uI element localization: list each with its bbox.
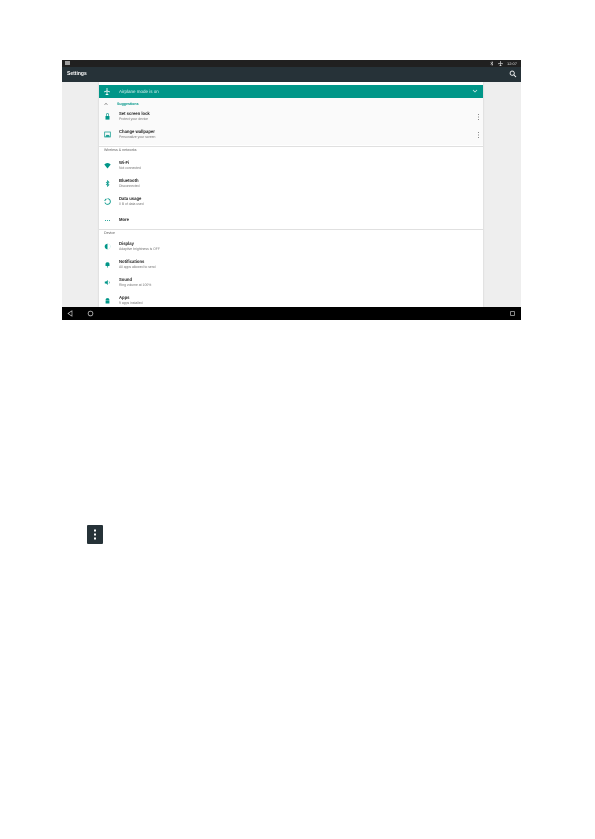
lock-icon — [105, 113, 110, 120]
chevron-up-icon — [104, 102, 108, 106]
bluetooth-icon — [490, 61, 494, 66]
more-horiz-icon — [104, 219, 111, 222]
overflow-menu-icon — [87, 525, 103, 544]
clock: 12:07 — [506, 61, 517, 66]
item-title: More — [119, 217, 130, 222]
bell-icon — [105, 262, 110, 268]
brightness-icon — [104, 243, 111, 250]
bluetooth-icon — [105, 180, 110, 187]
item-title: Sound — [119, 277, 133, 282]
data-usage-icon — [104, 198, 111, 205]
settings-item-data-usage[interactable]: Data usage 0 B of data used — [99, 193, 483, 211]
section-header-wireless: Wireless & networks — [104, 148, 137, 152]
item-title: Display — [119, 241, 134, 246]
notification-icon — [65, 61, 70, 65]
more-vert-icon — [94, 529, 96, 540]
item-subtitle: Adaptive brightness is OFF — [119, 247, 160, 251]
volume-icon — [104, 280, 110, 285]
item-subtitle: Disconnected — [119, 184, 140, 188]
wifi-icon — [104, 163, 111, 169]
banner-text: Airplane mode is on — [119, 89, 159, 94]
suggestion-title: Set screen lock — [119, 111, 150, 116]
android-icon — [105, 298, 110, 304]
divider — [99, 146, 483, 147]
settings-list: Airplane mode is on Suggestions Set scre… — [99, 82, 483, 307]
app-toolbar: Settings — [62, 67, 521, 82]
divider — [99, 229, 483, 230]
search-icon[interactable] — [509, 70, 517, 78]
page-title: Settings — [67, 71, 87, 77]
home-icon[interactable] — [87, 310, 94, 317]
item-subtitle: 9 apps installed — [119, 301, 143, 305]
item-subtitle: All apps allowed to send — [119, 265, 156, 269]
suggestion-item-screen-lock[interactable]: Set screen lock Protect your device — [99, 108, 483, 126]
item-title: Notifications — [119, 259, 145, 264]
item-title: Bluetooth — [119, 178, 139, 183]
suggestion-title: Change wallpaper — [119, 129, 155, 134]
item-title: Apps — [119, 295, 130, 300]
status-icons: 12:07 — [490, 60, 517, 67]
airplane-icon — [497, 61, 503, 66]
airplane-icon — [104, 88, 110, 95]
tablet-screen: 12:07 Settings Airplane mode is on Sugge — [62, 60, 521, 320]
back-icon[interactable] — [67, 310, 73, 317]
item-subtitle: Ring volume at 100% — [119, 283, 152, 287]
airplane-mode-banner[interactable]: Airplane mode is on — [99, 85, 483, 98]
suggestion-subtitle: Personalize your screen — [119, 135, 156, 139]
suggestions-header[interactable]: Suggestions — [104, 101, 139, 107]
navigation-bar — [62, 307, 521, 320]
suggestion-item-wallpaper[interactable]: Change wallpaper Personalize your screen — [99, 126, 483, 144]
settings-item-notifications[interactable]: Notifications All apps allowed to send — [99, 256, 483, 274]
item-title: Data usage — [119, 196, 142, 201]
settings-item-bluetooth[interactable]: Bluetooth Disconnected — [99, 175, 483, 193]
settings-item-sound[interactable]: Sound Ring volume at 100% — [99, 274, 483, 292]
status-bar: 12:07 — [62, 60, 521, 67]
wallpaper-icon — [104, 131, 111, 138]
item-title: Wi-Fi — [119, 160, 130, 165]
section-header-device: Device — [104, 231, 115, 235]
more-vert-icon[interactable] — [477, 113, 480, 121]
settings-item-wifi[interactable]: Wi-Fi Not connected — [99, 157, 483, 175]
settings-item-more[interactable]: More — [99, 211, 483, 229]
item-subtitle: 0 B of data used — [119, 202, 144, 206]
recents-icon[interactable] — [510, 311, 515, 316]
more-vert-icon[interactable] — [477, 131, 480, 139]
settings-item-display[interactable]: Display Adaptive brightness is OFF — [99, 238, 483, 256]
item-subtitle: Not connected — [119, 166, 141, 170]
suggestion-subtitle: Protect your device — [119, 117, 149, 121]
suggestions-card: Suggestions Set screen lock Protect your… — [99, 98, 483, 145]
suggestions-title: Suggestions — [117, 102, 139, 106]
chevron-down-icon[interactable] — [472, 88, 478, 94]
